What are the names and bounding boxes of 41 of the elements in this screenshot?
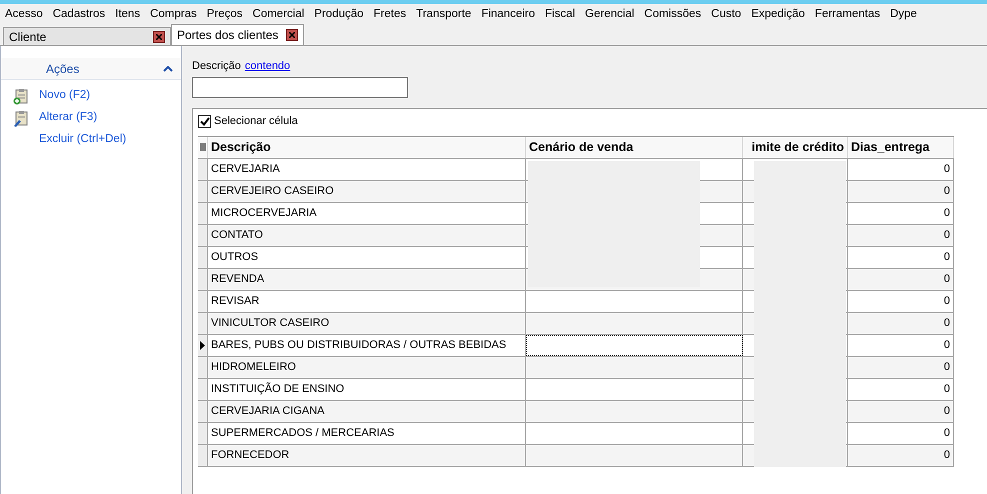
actions-title: Ações — [46, 60, 80, 78]
collapse-icon[interactable] — [163, 66, 173, 72]
menu-item[interactable]: Ferramentas — [810, 6, 886, 24]
close-icon[interactable] — [153, 30, 165, 42]
menu-item[interactable]: Custo — [706, 6, 746, 24]
filter-mode-link[interactable]: contendo — [244, 58, 290, 74]
menu-item[interactable]: Preços — [202, 6, 248, 24]
table-cell: 0 — [848, 444, 954, 466]
checkbox-label: Selecionar célula — [214, 114, 298, 130]
action-link[interactable]: Excluir (Ctrl+Del) — [39, 131, 126, 149]
menu-item[interactable]: Comercial — [248, 6, 310, 24]
focused-cell[interactable] — [526, 334, 743, 356]
menu-item[interactable]: Fiscal — [540, 6, 580, 24]
close-icon[interactable] — [286, 29, 298, 41]
menu-item[interactable]: Expedição — [746, 6, 810, 24]
menu-item[interactable]: Itens — [110, 6, 146, 24]
menu-item[interactable]: Gerencial — [580, 6, 640, 24]
menu-item[interactable]: Comissões — [639, 6, 706, 24]
checkbox[interactable] — [198, 115, 211, 128]
actions-header[interactable]: Ações — [1, 58, 181, 80]
search-field[interactable] — [192, 76, 408, 98]
tab[interactable]: Portes dos clientes — [171, 24, 304, 45]
tab-label: Cliente — [9, 28, 46, 46]
menu-item[interactable]: Acesso — [0, 6, 48, 24]
menu-item[interactable]: Produção — [309, 6, 369, 24]
action-link[interactable]: Alterar (F3) — [39, 109, 98, 127]
tab-label: Portes dos clientes — [177, 27, 278, 44]
menu-item[interactable]: Compras — [145, 6, 202, 24]
menu-item[interactable]: Transporte — [411, 6, 476, 24]
filter-label: Descrição — [192, 59, 241, 74]
menu-item[interactable]: Fretes — [368, 6, 412, 24]
tab[interactable]: Cliente — [3, 27, 171, 45]
table-cell: FORNECEDOR — [208, 444, 526, 466]
menu-item[interactable]: Cadastros — [48, 6, 110, 24]
menu-item[interactable]: Financeiro — [476, 6, 540, 24]
action-link[interactable]: Novo (F2) — [39, 87, 90, 105]
clipboard-pencil-icon — [13, 110, 29, 126]
row-indicator[interactable] — [198, 334, 208, 356]
clipboard-add-icon — [13, 88, 29, 104]
current-row-icon — [200, 340, 205, 350]
menu-item[interactable]: Dype — [885, 6, 922, 24]
